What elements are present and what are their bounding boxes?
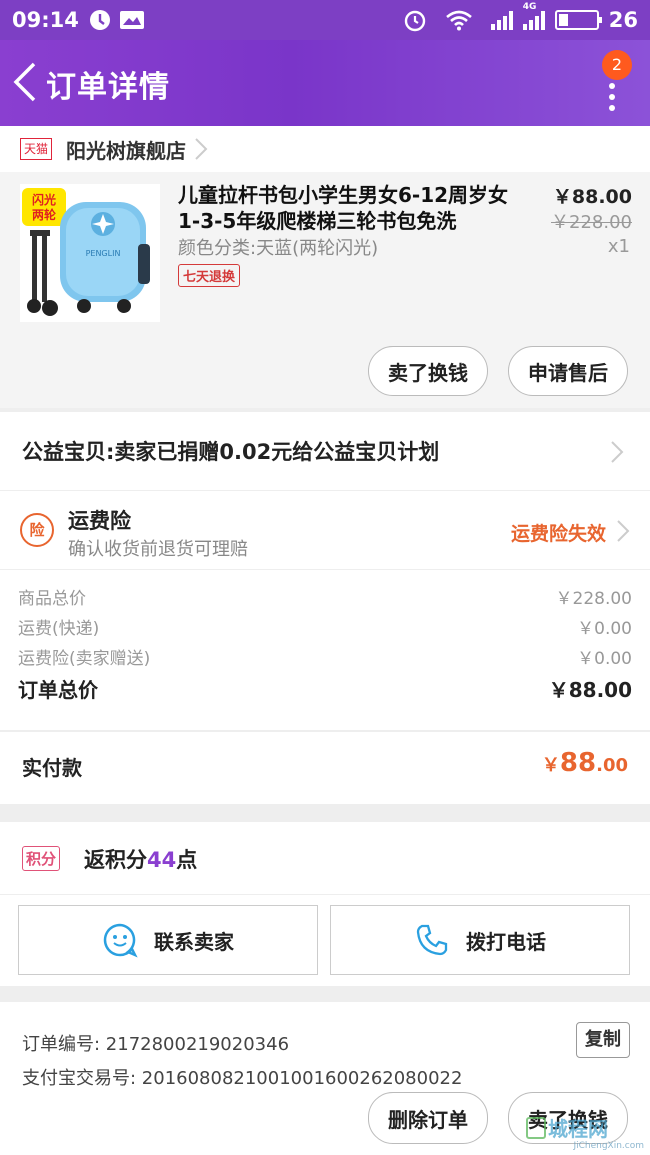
product-title: 儿童拉杆书包小学生男女6-12周岁女1-3-5年级爬楼梯三轮书包免洗 [178,183,509,233]
status-time: 09:14 [12,8,79,32]
resell-button[interactable]: 卖了换钱 [368,346,488,396]
charity-row[interactable]: 公益宝贝:卖家已捐赠0.02元给公益宝贝计划 [0,412,650,490]
signal-bars-icon [490,10,513,30]
message-count-badge: 2 [602,50,632,80]
charity-text: 公益宝贝:卖家已捐赠0.02元给公益宝贝计划 [22,440,440,464]
site-watermark: 城程网 JiChengXin.com [526,1111,646,1151]
order-number: 订单编号: 2172800219020346 [22,1034,290,1055]
contact-row: 联系卖家 拨打电话 [0,894,650,986]
call-button[interactable]: 拨打电话 [330,905,630,975]
product-image[interactable]: 闪光两轮 PENGLIN [20,184,160,322]
battery-icon [554,10,602,30]
insurance-subtitle: 确认收货前退货可理赔 [68,539,248,560]
watermark-logo-icon [526,1117,546,1139]
tmall-tag: 天猫 [20,138,52,160]
page-title: 订单详情 [46,70,170,105]
alarm-icon [403,8,427,32]
actual-payment-row: 实付款 ￥88.00 [0,732,650,804]
insurance-title: 运费险 [68,509,131,533]
chevron-right-icon [617,520,630,542]
product-original-price: ￥228.00 [551,212,632,233]
order-total-line: 订单总价 ￥88.00 [18,678,632,702]
insurance-icon: 险 [20,513,54,547]
product-sku: 颜色分类:天蓝(两轮闪光) [178,238,379,259]
more-dots-icon [609,83,615,89]
product-item[interactable]: 闪光两轮 PENGLIN 儿童拉杆书包小学生男女6-12周岁女1-3-5年级爬楼… [0,172,650,408]
product-quantity: x1 [607,236,630,257]
delete-order-button[interactable]: 删除订单 [368,1092,488,1144]
more-menu-button[interactable] [602,80,622,116]
chevron-right-icon [195,138,208,160]
price-summary: 商品总价 ￥228.00 运费(快递) ￥0.00 运费险(卖家赠送) ￥0.0… [0,570,650,730]
contact-seller-button[interactable]: 联系卖家 [18,905,318,975]
points-tag: 积分 [22,846,61,871]
nav-bar: 订单详情 2 [0,40,650,126]
chevron-left-icon [13,62,36,102]
wifi-icon [445,9,473,31]
app-notification-icon [89,9,111,31]
svg-text:PENGLIN: PENGLIN [86,249,121,258]
actual-payment-label: 实付款 [22,756,82,780]
back-button[interactable] [10,60,40,104]
insurance-status: 运费险失效 [510,523,606,545]
shop-name: 阳光树旗舰店 [66,138,186,163]
summary-line: 运费险(卖家赠送) ￥0.00 [18,649,632,669]
battery-percent: 26 [608,8,638,32]
after-sale-button[interactable]: 申请售后 [508,346,628,396]
shop-header[interactable]: 天猫 阳光树旗舰店 [0,126,650,172]
status-bar: 09:14 4G 26 [0,0,650,40]
chat-bubble-icon [103,923,138,958]
summary-line: 商品总价 ￥228.00 [18,589,632,609]
points-text: 返积分44点 [84,848,198,872]
copy-button[interactable]: 复制 [576,1022,630,1058]
product-price: ￥88.00 [552,186,632,208]
return-policy-tag: 七天退换 [178,264,241,287]
actual-payment-amount: ￥88.00 [541,748,628,778]
backpack-image: 闪光两轮 PENGLIN [20,184,160,322]
signal-4g-icon: 4G [522,2,545,30]
points-row: 积分 返积分44点 [0,822,650,894]
summary-line: 运费(快递) ￥0.00 [18,619,632,639]
phone-icon [416,924,448,956]
alipay-trade-number: 支付宝交易号: 2016080821001001600262080022 [22,1068,463,1089]
shipping-insurance-row[interactable]: 险 运费险 确认收货前退货可理赔 运费险失效 [0,491,650,569]
chevron-right-icon [611,441,624,463]
image-notification-icon [119,10,145,30]
